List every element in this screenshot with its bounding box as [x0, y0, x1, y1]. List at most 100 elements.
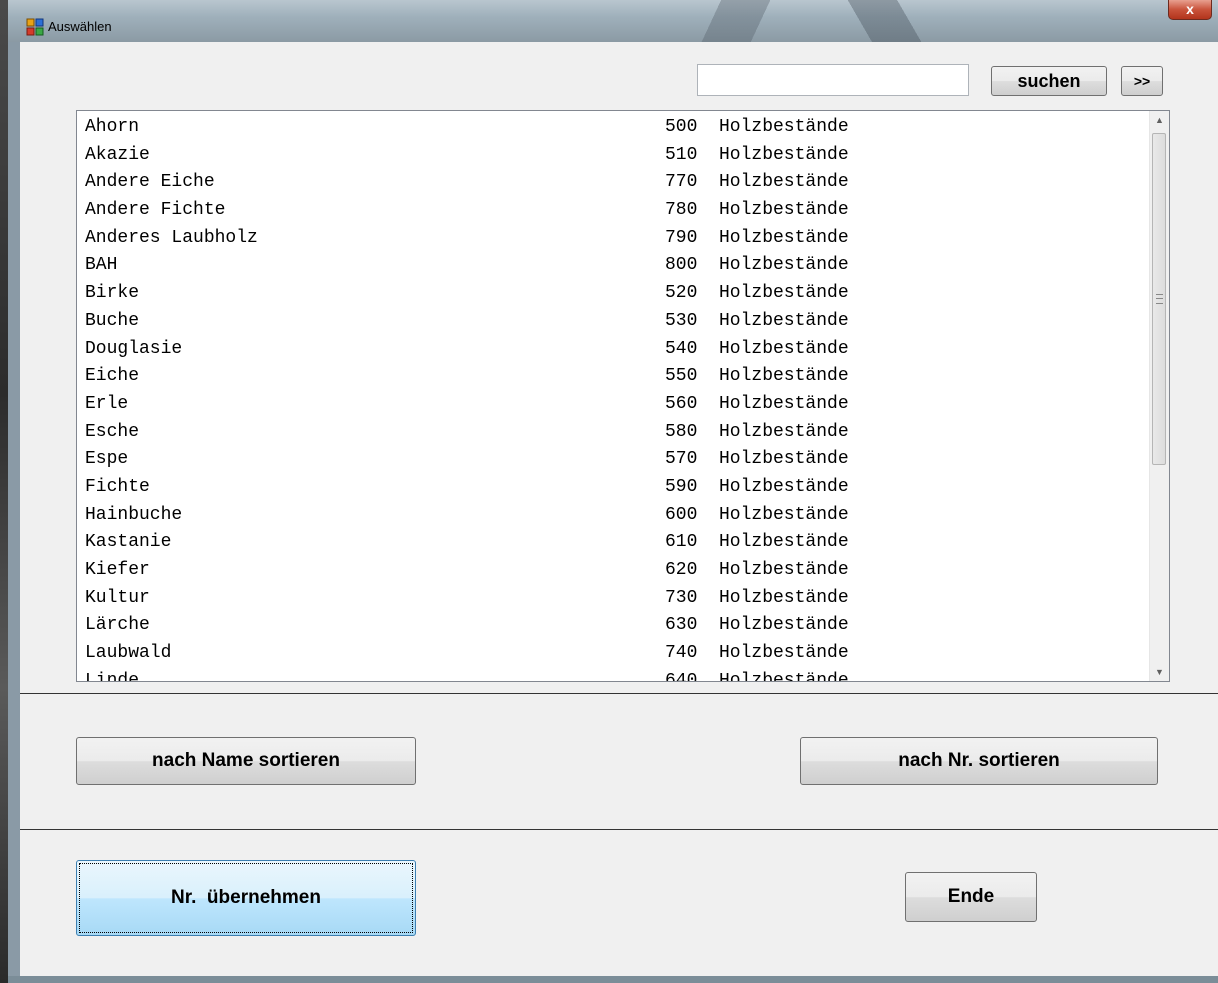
item-name: Buche — [85, 310, 140, 331]
item-nr: 630 — [665, 615, 698, 636]
divider — [20, 829, 1218, 830]
dialog-client-area: suchen >> Ahorn 500 Holzbestände Akazie 510 H… — [20, 42, 1218, 976]
item-category: Holzbestände — [719, 172, 849, 193]
item-name: BAH — [85, 255, 118, 276]
search-input[interactable] — [697, 64, 969, 96]
list-item[interactable]: Eiche 550 Holzbestände — [85, 363, 1145, 391]
item-category: Holzbestände — [719, 670, 849, 682]
close-icon: x — [1186, 1, 1194, 17]
item-nr: 540 — [665, 338, 698, 359]
scroll-up-arrow-icon[interactable]: ▲ — [1150, 111, 1169, 129]
scroll-down-arrow-icon[interactable]: ▼ — [1150, 663, 1169, 681]
list-item[interactable]: Kultur 730 Holzbestände — [85, 585, 1145, 613]
item-nr: 780 — [665, 200, 698, 221]
item-name: Andere Fichte — [85, 200, 226, 221]
item-name: Esche — [85, 421, 140, 442]
item-category: Holzbestände — [719, 144, 849, 165]
item-category: Holzbestände — [719, 476, 849, 497]
item-nr: 600 — [665, 504, 698, 525]
apply-nr-button[interactable]: Nr. übernehmen — [76, 860, 416, 936]
divider — [20, 693, 1218, 694]
item-name: Kultur — [85, 587, 150, 608]
item-category: Holzbestände — [719, 283, 849, 304]
list-item[interactable]: Laubwald 740 Holzbestände — [85, 640, 1145, 668]
sort-by-nr-button[interactable]: nach Nr. sortieren — [800, 737, 1158, 785]
item-category: Holzbestände — [719, 560, 849, 580]
list-item[interactable]: Fichte 590 Holzbestände — [85, 474, 1145, 502]
item-name: Hainbuche — [85, 504, 183, 525]
item-name: Fichte — [85, 476, 150, 497]
item-nr: 790 — [665, 227, 698, 248]
item-category: Holzbestände — [719, 615, 849, 636]
item-category: Holzbestände — [719, 255, 849, 276]
item-name: Erle — [85, 393, 129, 414]
list-item[interactable]: Akazie 510 Holzbestände — [85, 142, 1145, 170]
item-name: Kastanie — [85, 532, 172, 553]
list-rows: Ahorn 500 Holzbestände Akazie 510 Holzbeständ… — [85, 114, 1145, 682]
item-nr: 580 — [665, 421, 698, 442]
search-button[interactable]: suchen — [991, 66, 1107, 96]
item-category: Holzbestände — [719, 421, 849, 442]
list-item[interactable]: Andere Eiche 770 Holzbestände — [85, 169, 1145, 197]
list-item[interactable]: Espe 570 Holzbestände — [85, 446, 1145, 474]
item-name: Lärche — [85, 615, 150, 636]
item-nr: 620 — [665, 560, 698, 580]
list-item[interactable]: Linde 640 Holzbestände — [85, 668, 1145, 682]
item-category: Holzbestände — [719, 310, 849, 331]
list-item[interactable]: Esche 580 Holzbestände — [85, 419, 1145, 447]
app-icon — [26, 18, 44, 36]
item-name: Espe — [85, 449, 129, 470]
item-category: Holzbestände — [719, 338, 849, 359]
item-name: Linde — [85, 670, 140, 682]
sort-by-name-button[interactable]: nach Name sortieren — [76, 737, 416, 785]
list-item[interactable]: Andere Fichte 780 Holzbestände — [85, 197, 1145, 225]
item-nr: 550 — [665, 366, 698, 387]
window-frame-bottom — [8, 976, 1218, 983]
dialog-window: Auswählen x suchen >> Ahorn 500 Holzbestän… — [8, 0, 1218, 983]
item-name: Kiefer — [85, 560, 150, 580]
item-nr: 590 — [665, 476, 698, 497]
item-name: Ahorn — [85, 117, 140, 137]
item-nr: 730 — [665, 587, 698, 608]
item-name: Douglasie — [85, 338, 183, 359]
item-nr: 510 — [665, 144, 698, 165]
end-button[interactable]: Ende — [905, 872, 1037, 922]
item-category: Holzbestände — [719, 643, 849, 664]
vertical-scrollbar[interactable]: ▲ ▼ — [1149, 111, 1169, 681]
item-category: Holzbestände — [719, 200, 849, 221]
item-category: Holzbestände — [719, 117, 849, 137]
window-title: Auswählen — [48, 19, 112, 34]
item-nr: 560 — [665, 393, 698, 414]
item-nr: 520 — [665, 283, 698, 304]
scroll-thumb[interactable] — [1152, 133, 1166, 465]
list-item[interactable]: Birke 520 Holzbestände — [85, 280, 1145, 308]
item-nr: 740 — [665, 643, 698, 664]
find-next-button[interactable]: >> — [1121, 66, 1163, 96]
title-bar[interactable]: Auswählen x — [8, 0, 1218, 42]
item-category: Holzbestände — [719, 532, 849, 553]
item-category: Holzbestände — [719, 393, 849, 414]
item-nr: 570 — [665, 449, 698, 470]
list-item[interactable]: Ahorn 500 Holzbestände — [85, 114, 1145, 142]
list-item[interactable]: BAH 800 Holzbestände — [85, 252, 1145, 280]
list-item[interactable]: Lärche 630 Holzbestände — [85, 612, 1145, 640]
item-name: Laubwald — [85, 643, 172, 664]
item-category: Holzbestände — [719, 504, 849, 525]
list-item[interactable]: Douglasie 540 Holzbestände — [85, 336, 1145, 364]
item-name: Anderes Laubholz — [85, 227, 258, 248]
item-nr: 610 — [665, 532, 698, 553]
list-item[interactable]: Erle 560 Holzbestände — [85, 391, 1145, 419]
item-nr: 640 — [665, 670, 698, 682]
item-category: Holzbestände — [719, 227, 849, 248]
list-item[interactable]: Hainbuche 600 Holzbestände — [85, 502, 1145, 530]
apply-nr-label: Nr. übernehmen — [171, 887, 321, 908]
list-item[interactable]: Anderes Laubholz 790 Holzbestände — [85, 225, 1145, 253]
grip-icon — [1156, 294, 1163, 304]
list-item[interactable]: Kiefer 620 Holzbestände — [85, 557, 1145, 585]
item-nr: 800 — [665, 255, 698, 276]
list-item[interactable]: Kastanie 610 Holzbestände — [85, 529, 1145, 557]
close-button[interactable]: x — [1168, 0, 1212, 20]
list-item[interactable]: Buche 530 Holzbestände — [85, 308, 1145, 336]
item-nr: 500 — [665, 117, 698, 137]
species-listbox[interactable]: Ahorn 500 Holzbestände Akazie 510 Holzbeständ… — [76, 110, 1170, 682]
